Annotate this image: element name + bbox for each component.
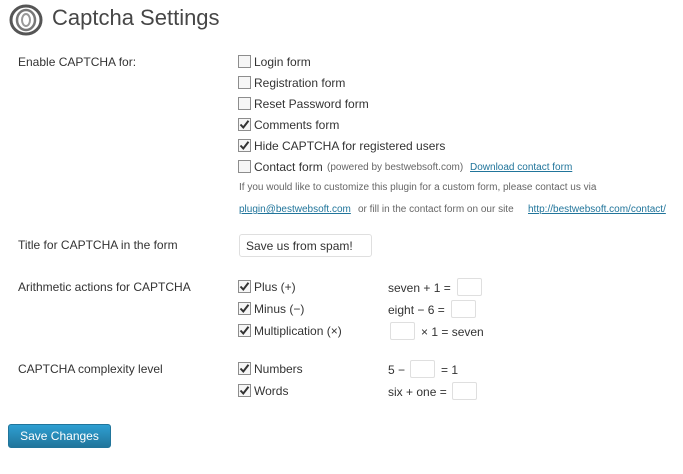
- title-field-label: Title for CAPTCHA in the form: [18, 238, 178, 252]
- check-icon: [239, 120, 250, 130]
- checkbox-comments-form[interactable]: [238, 118, 251, 131]
- plus-example-input[interactable]: [457, 278, 482, 296]
- multiplication-label: Multiplication (×): [254, 324, 342, 338]
- captcha-title-input[interactable]: Save us from spam!: [239, 234, 372, 257]
- reset-password-form-label: Reset Password form: [254, 97, 369, 111]
- download-contact-form-link[interactable]: Download contact form: [470, 162, 572, 173]
- numbers-label: Numbers: [254, 362, 303, 376]
- check-icon: [239, 364, 250, 374]
- check-icon: [239, 304, 250, 314]
- hide-captcha-registered-label: Hide CAPTCHA for registered users: [254, 139, 446, 153]
- checkbox-hide-captcha-registered[interactable]: [238, 139, 251, 152]
- minus-example-input[interactable]: [451, 300, 476, 318]
- check-icon: [239, 326, 250, 336]
- contact-url-link[interactable]: http://bestwebsoft.com/contact/: [528, 204, 666, 215]
- checkbox-numbers[interactable]: [238, 362, 251, 375]
- numbers-example-text: 5 −: [388, 363, 406, 377]
- check-icon: [239, 141, 250, 151]
- powered-by-text: (powered by bestwebsoft.com): [327, 162, 464, 173]
- save-changes-button[interactable]: Save Changes: [8, 424, 111, 448]
- enable-captcha-label: Enable CAPTCHA for:: [18, 55, 137, 69]
- check-icon: [239, 386, 250, 396]
- check-icon: [239, 282, 250, 292]
- multiplication-example-text: × 1 = seven: [421, 325, 484, 339]
- captcha-logo-icon: [9, 4, 43, 36]
- checkbox-multiplication[interactable]: [238, 324, 251, 337]
- checkbox-minus[interactable]: [238, 302, 251, 315]
- checkbox-plus[interactable]: [238, 280, 251, 293]
- contact-form-label: Contact form: [254, 160, 323, 174]
- words-example-text: six + one =: [388, 385, 447, 399]
- registration-form-label: Registration form: [254, 76, 346, 90]
- checkbox-login-form[interactable]: [238, 55, 251, 68]
- plugin-email-link[interactable]: plugin@bestwebsoft.com: [239, 204, 351, 215]
- multiplication-example-input[interactable]: [390, 322, 415, 340]
- plus-example-text: seven + 1 =: [388, 281, 451, 295]
- checkbox-words[interactable]: [238, 384, 251, 397]
- words-label: Words: [254, 384, 289, 398]
- numbers-example-input[interactable]: [410, 360, 435, 378]
- checkbox-reset-password-form[interactable]: [238, 97, 251, 110]
- numbers-example-result: = 1: [441, 363, 459, 377]
- complexity-level-label: CAPTCHA complexity level: [18, 362, 163, 376]
- checkbox-registration-form[interactable]: [238, 76, 251, 89]
- login-form-label: Login form: [254, 55, 311, 69]
- page-title: Captcha Settings: [52, 5, 220, 30]
- checkbox-contact-form[interactable]: [238, 160, 251, 173]
- minus-example-text: eight − 6 =: [388, 303, 445, 317]
- plus-label: Plus (+): [254, 280, 296, 294]
- contact-note-middle: or fill in the contact form on our site: [358, 204, 514, 215]
- customize-note: If you would like to customize this plug…: [239, 182, 597, 193]
- comments-form-label: Comments form: [254, 118, 340, 132]
- minus-label: Minus (−): [254, 302, 305, 316]
- arithmetic-actions-label: Arithmetic actions for CAPTCHA: [18, 280, 191, 294]
- words-example-input[interactable]: [452, 382, 477, 400]
